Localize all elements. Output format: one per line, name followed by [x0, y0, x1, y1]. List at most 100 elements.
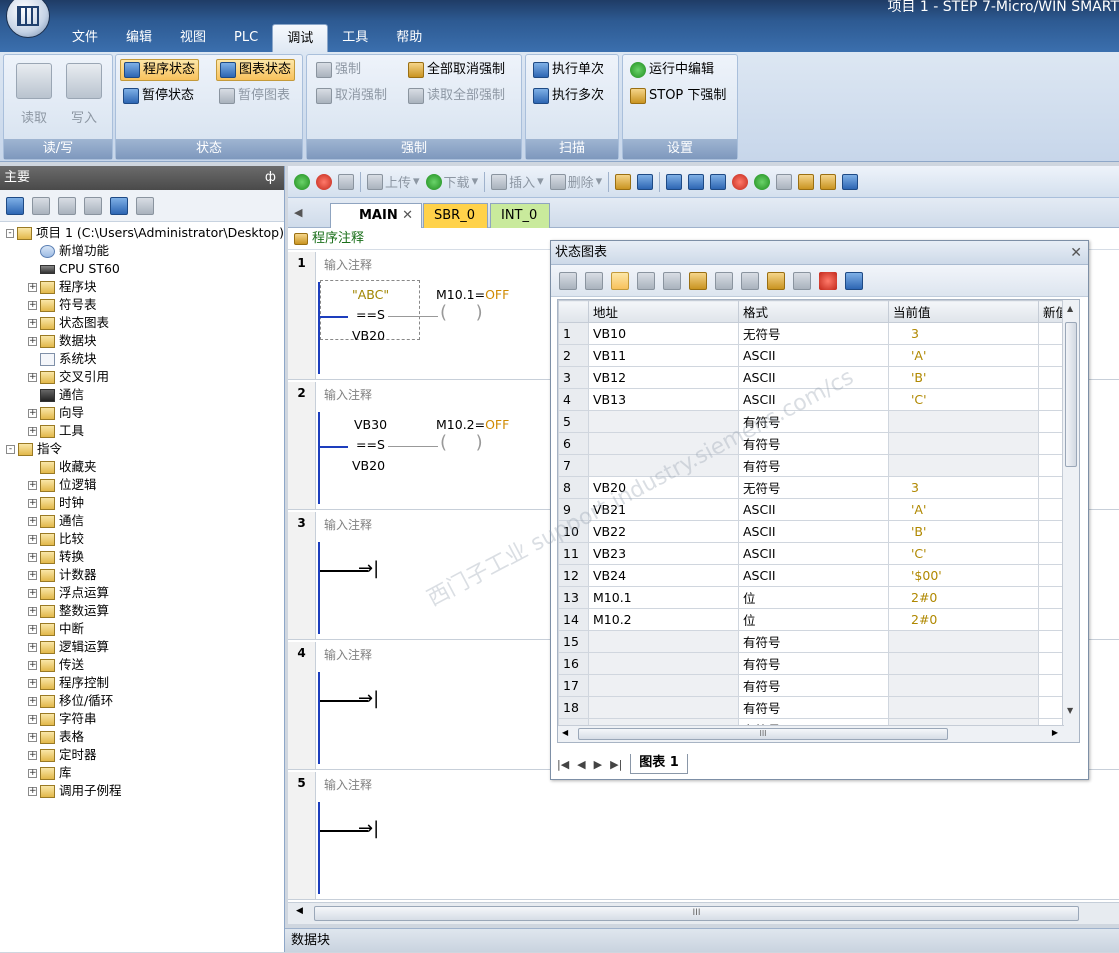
address-cell[interactable] [588, 696, 739, 719]
current-value-cell[interactable]: 3 [888, 476, 1039, 499]
next-bookmark-icon[interactable] [710, 173, 727, 190]
document-icon[interactable] [58, 196, 76, 215]
format-cell[interactable]: ASCII [738, 366, 889, 389]
current-value-cell[interactable] [888, 630, 1039, 653]
add-chart-icon[interactable] [559, 271, 577, 290]
horizontal-scrollbar[interactable]: ◀ III ▶ [558, 725, 1064, 742]
chart-status-button[interactable]: 图表状态 [216, 59, 296, 81]
format-cell[interactable]: 位 [738, 608, 889, 631]
current-value-cell[interactable]: 'A' [888, 344, 1039, 367]
upload-button[interactable]: 上传 ▾ [367, 172, 420, 191]
view-icon[interactable] [6, 196, 24, 215]
expand-icon[interactable]: + [28, 570, 37, 580]
table-row[interactable]: 1 VB10 无符号 3 [558, 322, 1079, 345]
write-button[interactable]: 写入 [62, 59, 106, 133]
unforce-all-button[interactable]: 全部取消强制 [405, 59, 508, 81]
program-status-toggle-icon[interactable] [615, 173, 632, 190]
program-status-button[interactable]: 程序状态 [120, 59, 200, 81]
menu-edit[interactable]: 编辑 [112, 24, 166, 52]
tree-item[interactable]: + 状态图表 [0, 314, 284, 332]
tree-item[interactable]: + 计数器 [0, 566, 284, 584]
status-chart-title-bar[interactable]: 状态图表 ✕ [551, 241, 1088, 265]
table-row[interactable]: 3 VB12 ASCII 'B' [558, 366, 1079, 389]
tree-item[interactable]: + 时钟 [0, 494, 284, 512]
expand-icon[interactable]: + [28, 588, 37, 598]
table-row[interactable]: 11 VB23 ASCII 'C' [558, 542, 1079, 565]
prev-bookmark-icon[interactable] [688, 173, 705, 190]
expand-icon[interactable]: + [28, 624, 37, 634]
tree-item[interactable]: + 移位/循环 [0, 692, 284, 710]
tree-item[interactable]: + 程序控制 [0, 674, 284, 692]
trend-view-icon[interactable] [819, 271, 837, 290]
address-cell[interactable]: VB24 [588, 564, 739, 587]
format-cell[interactable]: ASCII [738, 520, 889, 543]
format-cell[interactable]: 有符号 [738, 674, 889, 697]
format-cell[interactable]: ASCII [738, 344, 889, 367]
expand-icon[interactable]: + [28, 372, 37, 382]
table-icon[interactable] [32, 196, 50, 215]
download-button[interactable]: 下载 ▾ [425, 172, 478, 191]
expand-icon[interactable]: + [28, 642, 37, 652]
goto-icon[interactable] [754, 173, 771, 190]
scroll-right-icon[interactable]: ▶ [1052, 728, 1058, 737]
expand-icon[interactable]: + [28, 606, 37, 616]
expand-icon[interactable]: + [28, 552, 37, 562]
close-tab-icon[interactable]: ✕ [402, 204, 413, 228]
current-value-cell[interactable]: '$00' [888, 564, 1039, 587]
last-sheet-icon[interactable]: ▶| [610, 758, 622, 771]
read-icon[interactable] [663, 271, 681, 290]
column-header-current-value[interactable]: 当前值 [888, 300, 1039, 323]
expand-icon[interactable]: + [28, 282, 37, 292]
current-value-cell[interactable] [888, 652, 1039, 675]
prev-sheet-icon[interactable]: ◀ [577, 758, 585, 771]
tree-item[interactable]: + 程序块 [0, 278, 284, 296]
address-cell[interactable] [588, 454, 739, 477]
bookmark-icon[interactable] [666, 173, 683, 190]
table-row[interactable]: 17 有符号 [558, 674, 1079, 697]
clear-bookmarks-icon[interactable] [732, 173, 749, 190]
format-cell[interactable]: 有符号 [738, 410, 889, 433]
format-cell[interactable]: 有符号 [738, 630, 889, 653]
run-edit-button[interactable]: 运行中编辑 [627, 59, 717, 81]
tab-scroll-left-icon[interactable]: ◀ [294, 206, 302, 219]
current-value-cell[interactable]: 'C' [888, 388, 1039, 411]
expand-icon[interactable]: + [28, 678, 37, 688]
tree-item[interactable]: + 调用子例程 [0, 782, 284, 800]
address-cell[interactable] [588, 652, 739, 675]
editor-horizontal-scrollbar[interactable]: ◀ III [288, 902, 1119, 924]
tree-item[interactable]: + 数据块 [0, 332, 284, 350]
current-value-cell[interactable] [888, 454, 1039, 477]
table-row[interactable]: 13 M10.1 位 2#0 [558, 586, 1079, 609]
network-comment[interactable]: 输入注释 [324, 386, 372, 403]
current-value-cell[interactable]: 'A' [888, 498, 1039, 521]
tree-item[interactable]: + 通信 [0, 512, 284, 530]
expand-icon[interactable]: + [28, 732, 37, 742]
current-value-cell[interactable] [888, 674, 1039, 697]
address-cell[interactable]: M10.1 [588, 586, 739, 609]
current-value-cell[interactable] [888, 410, 1039, 433]
force-lock-icon[interactable] [715, 271, 733, 290]
address-cell[interactable] [588, 630, 739, 653]
address-cell[interactable]: VB10 [588, 322, 739, 345]
pou-add-icon[interactable] [820, 173, 837, 190]
menu-plc[interactable]: PLC [220, 24, 272, 52]
format-cell[interactable]: ASCII [738, 498, 889, 521]
table-row[interactable]: 7 有符号 [558, 454, 1079, 477]
network-comment[interactable]: 输入注释 [324, 256, 372, 273]
address-cell[interactable]: VB12 [588, 366, 739, 389]
pin-icon[interactable]: ф [265, 166, 276, 190]
branch-icon[interactable] [842, 173, 859, 190]
tree-item[interactable]: - 指令 [0, 440, 284, 458]
sheet-tab-chart-1[interactable]: 图表 1 [630, 754, 688, 774]
expand-icon[interactable]: + [28, 660, 37, 670]
table-row[interactable]: 18 有符号 [558, 696, 1079, 719]
expand-icon[interactable]: + [28, 786, 37, 796]
address-cell[interactable] [588, 410, 739, 433]
tree-item[interactable]: 通信 [0, 386, 284, 404]
network-comment[interactable]: 输入注释 [324, 516, 372, 533]
multiple-scan-button[interactable]: 执行多次 [530, 85, 607, 107]
tree-item[interactable]: 系统块 [0, 350, 284, 368]
format-cell[interactable]: ASCII [738, 542, 889, 565]
tree-item[interactable]: + 工具 [0, 422, 284, 440]
menu-help[interactable]: 帮助 [382, 24, 436, 52]
